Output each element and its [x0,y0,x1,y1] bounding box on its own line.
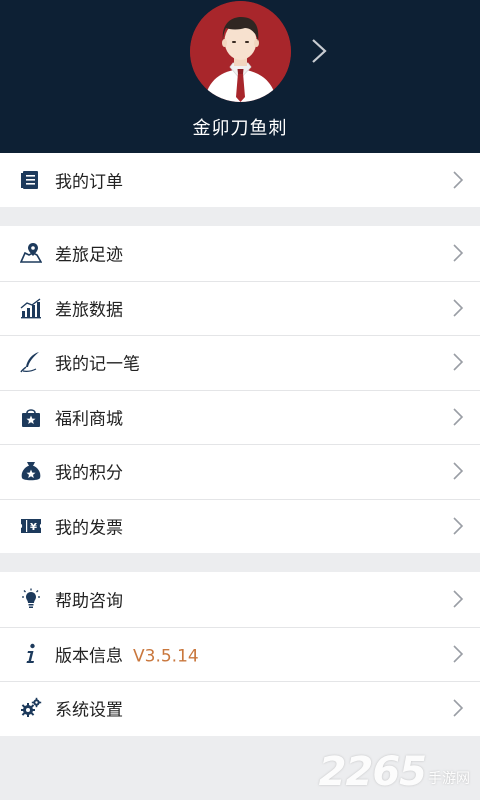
chevron-right-icon [453,299,464,317]
quill-pen-icon [20,352,39,373]
avatar[interactable] [190,1,291,102]
watermark-number: 2265 [318,749,427,795]
lightbulb-icon [22,588,40,609]
chevron-right-icon [453,462,464,480]
profile-header: 金卯刀鱼刺 [0,0,480,153]
watermark: 2265 手游网 [319,742,470,792]
chevron-right-icon [453,517,464,535]
chevron-right-icon[interactable] [308,38,330,64]
system-group: 帮助咨询 版本信息 V3.5.14 系统设置 [0,572,480,736]
businessman-avatar-icon [190,1,291,102]
menu-label: 我的记一笔 [55,354,140,375]
menu-label: 版本信息 V3.5.14 [55,641,199,666]
menu-label: 我的积分 [55,463,123,484]
chevron-right-icon [453,699,464,717]
menu-item-mall[interactable]: 福利商城 [0,389,480,445]
menu-item-invoice[interactable]: ¥ 我的发票 [0,498,480,554]
order-document-icon [21,171,38,189]
menu-label: 福利商城 [55,409,123,430]
version-label: 版本信息 [55,646,123,667]
version-number: V3.5.14 [133,646,199,667]
gears-icon [21,698,42,718]
menu-label: 我的订单 [55,172,123,193]
menu-item-orders[interactable]: 我的订单 [0,153,480,207]
services-group: 差旅足迹 差旅数据 我的记一笔 福利商城 我的积分 ¥ 我的发票 [0,226,480,553]
menu-label: 帮助咨询 [55,591,123,612]
bar-chart-icon [20,298,41,319]
menu-label: 系统设置 [55,700,123,721]
menu-item-travel-data[interactable]: 差旅数据 [0,280,480,336]
menu-item-version[interactable]: 版本信息 V3.5.14 [0,626,480,682]
menu-label: 差旅数据 [55,300,123,321]
shopping-bag-icon [22,408,40,427]
orders-group: 我的订单 [0,153,480,207]
username: 金卯刀鱼刺 [192,118,288,139]
menu-item-travel-track[interactable]: 差旅足迹 [0,226,480,281]
menu-item-settings[interactable]: 系统设置 [0,681,480,736]
info-icon [26,643,35,663]
yen-ticket-icon: ¥ [21,518,41,533]
chevron-right-icon [453,645,464,663]
svg-text:¥: ¥ [30,522,37,533]
chevron-right-icon [453,590,464,608]
menu-label: 差旅足迹 [55,245,123,266]
map-pin-icon [20,243,42,264]
watermark-text: 手游网 [428,771,470,787]
chevron-right-icon [453,244,464,262]
menu-item-notes[interactable]: 我的记一笔 [0,335,480,390]
money-bag-icon [21,462,41,481]
chevron-right-icon [453,408,464,426]
menu-item-help[interactable]: 帮助咨询 [0,572,480,627]
menu-item-points[interactable]: 我的积分 [0,444,480,499]
chevron-right-icon [453,171,464,189]
chevron-right-icon [453,353,464,371]
menu-label: 我的发票 [55,518,123,539]
